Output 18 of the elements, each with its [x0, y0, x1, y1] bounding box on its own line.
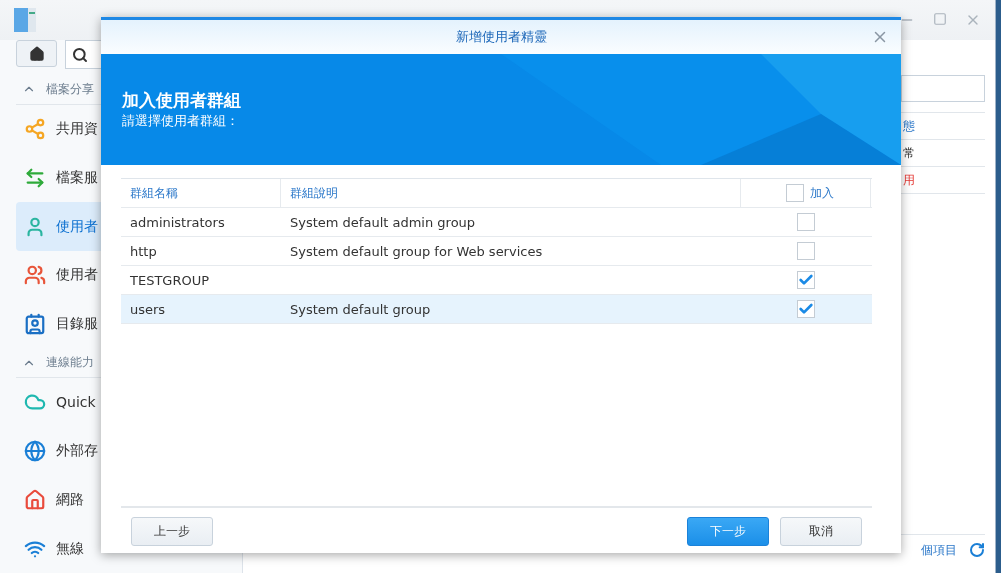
group-name: users [130, 301, 166, 317]
group-description: System default group [290, 301, 431, 317]
group-name: http [130, 243, 157, 259]
group-description: System default group for Web services [290, 243, 543, 259]
group-description: System default admin group [290, 214, 476, 230]
column-header: 群組說明 [290, 184, 338, 202]
step-heading: 加入使用者群組 [122, 89, 242, 112]
section-title: 檔案分享 [46, 80, 94, 98]
section-title: 連線能力 [46, 354, 94, 372]
status-text: 用 [903, 171, 915, 189]
dialog-title: 新增使用者精靈 [455, 28, 547, 46]
column-header: 群組名稱 [130, 184, 178, 202]
column-header: 加入 [810, 184, 834, 202]
step-subheading: 請選擇使用者群組： [122, 112, 240, 130]
item-count: 個項目 [921, 541, 957, 559]
group-name: administrators [130, 214, 225, 230]
group-name: TESTGROUP [130, 272, 210, 288]
status-text: 常 [903, 144, 915, 162]
